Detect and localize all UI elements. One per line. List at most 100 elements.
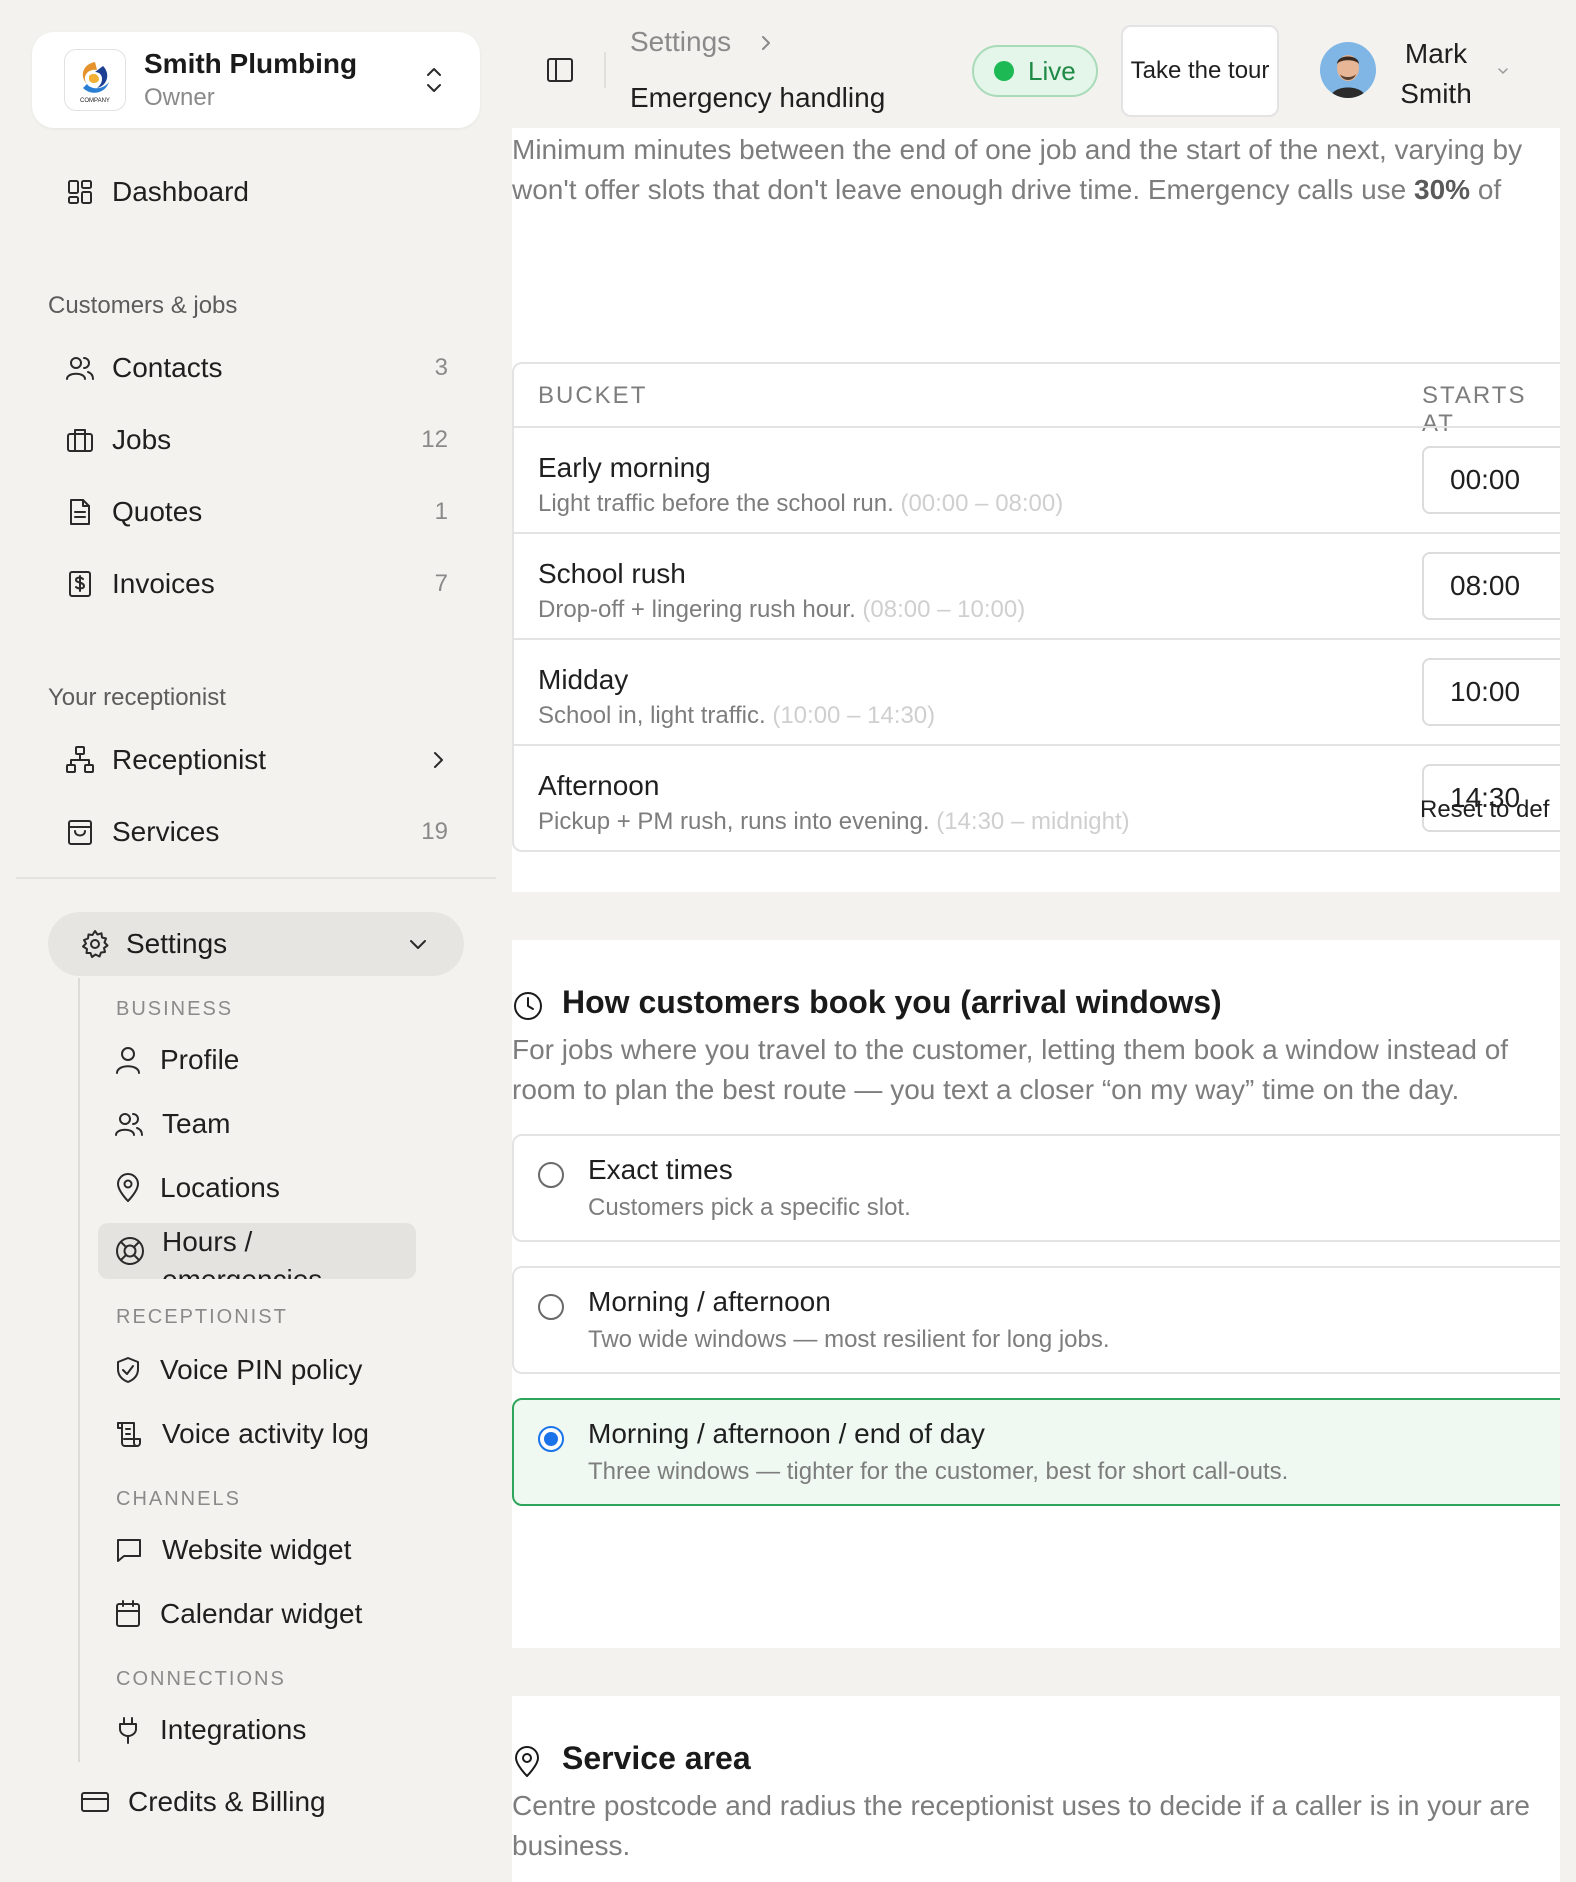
nav-jobs-label: Jobs xyxy=(112,424,172,455)
take-tour-button[interactable]: Take the tour xyxy=(1121,25,1279,117)
nav-jobs[interactable]: Jobs 12 xyxy=(64,416,454,464)
option-title: Morning / afternoon / end of day xyxy=(588,1418,985,1449)
group-customers-jobs: Customers & jobs xyxy=(48,292,238,319)
subnav-group-business: BUSINESS xyxy=(116,998,234,1020)
org-name: Smith Plumbing xyxy=(144,48,358,79)
plug-icon xyxy=(114,1715,142,1745)
subnav-profile[interactable]: Profile xyxy=(114,1036,414,1084)
subnav-hours-label: Hours / emergencies xyxy=(162,1226,322,1279)
clock-icon xyxy=(512,990,544,1022)
reset-to-defaults-button[interactable]: Reset to def xyxy=(1420,796,1549,824)
nav-invoices-count: 7 xyxy=(434,570,448,597)
service-area-title: Service area xyxy=(562,1740,751,1776)
bucket-desc: Light traffic before the school run. (00… xyxy=(538,490,1064,517)
map-pin-icon xyxy=(512,1746,542,1778)
bucket-start-time-input[interactable]: 08:00 xyxy=(1422,552,1560,620)
bucket-start-time-input[interactable]: 00:00 xyxy=(1422,446,1560,514)
breadcrumb-settings[interactable]: Settings xyxy=(630,26,731,58)
nav-quotes[interactable]: Quotes 1 xyxy=(64,488,454,536)
row-divider xyxy=(514,426,1560,428)
nav-quotes-count: 1 xyxy=(434,498,448,525)
travel-desc-line2: won't offer slots that don't leave enoug… xyxy=(512,174,1502,205)
dashboard-icon xyxy=(64,176,96,208)
service-area-desc-line1: Centre postcode and radius the reception… xyxy=(512,1790,1530,1821)
row-divider xyxy=(514,532,1560,534)
subnav-integrations-label: Integrations xyxy=(160,1714,307,1745)
nav-invoices[interactable]: Invoices 7 xyxy=(64,560,454,608)
bucket-desc: Drop-off + lingering rush hour. (08:00 –… xyxy=(538,596,1026,623)
live-dot-icon xyxy=(994,61,1014,81)
sidebar-divider xyxy=(16,877,496,879)
arrival-section-title: How customers book you (arrival windows) xyxy=(562,984,1222,1020)
travel-desc-line1: Minimum minutes between the end of one j… xyxy=(512,134,1523,165)
bucket-name: School rush xyxy=(538,558,686,589)
option-title: Exact times xyxy=(588,1154,733,1185)
col-header-bucket: BUCKET xyxy=(538,382,648,409)
life-buoy-icon xyxy=(114,1235,146,1267)
subnav-voice-log[interactable]: Voice activity log xyxy=(114,1410,414,1458)
nav-invoices-label: Invoices xyxy=(112,568,215,599)
subnav-voice-pin-label: Voice PIN policy xyxy=(160,1354,363,1385)
nav-contacts[interactable]: Contacts 3 xyxy=(64,344,454,392)
invoice-dollar-icon xyxy=(64,568,96,600)
bucket-name: Early morning xyxy=(538,452,711,483)
credit-card-icon xyxy=(80,1789,110,1815)
subnav-group-connections: CONNECTIONS xyxy=(116,1668,286,1690)
live-status-badge: Live xyxy=(972,45,1098,97)
col-header-starts-at: STARTS AT xyxy=(1422,382,1527,437)
breadcrumb-chevron-icon xyxy=(758,32,774,54)
bucket-name: Midday xyxy=(538,664,629,695)
subnav-voice-log-label: Voice activity log xyxy=(162,1418,369,1449)
arrival-option-morning-afternoon-eod[interactable]: Morning / afternoon / end of day Three w… xyxy=(512,1398,1560,1506)
option-desc: Customers pick a specific slot. xyxy=(588,1194,911,1221)
arrival-desc-line2: room to plan the best route — you text a… xyxy=(512,1074,1460,1105)
org-logo: COMPANY xyxy=(64,49,126,111)
live-label: Live xyxy=(1028,55,1076,86)
nav-contacts-label: Contacts xyxy=(112,352,223,383)
subnav-voice-pin[interactable]: Voice PIN policy xyxy=(114,1346,414,1394)
subnav-hours-emergencies[interactable]: Hours / emergencies xyxy=(98,1223,416,1279)
bucket-desc: Pickup + PM rush, runs into evening. (14… xyxy=(538,808,1130,835)
user-name[interactable]: Mark Smith xyxy=(1392,34,1480,114)
radio-button[interactable] xyxy=(538,1294,564,1320)
subnav-calendar-widget[interactable]: Calendar widget xyxy=(114,1590,414,1638)
nav-settings[interactable]: Settings xyxy=(48,912,464,976)
chevron-right-icon xyxy=(428,748,448,772)
nav-dashboard-label: Dashboard xyxy=(112,176,249,207)
service-area-content: Service area Centre postcode and radius … xyxy=(512,1696,1560,1882)
subnav-integrations[interactable]: Integrations xyxy=(114,1706,414,1754)
nav-services-count: 19 xyxy=(421,818,448,845)
subnav-locations[interactable]: Locations xyxy=(114,1164,414,1212)
svg-text:COMPANY: COMPANY xyxy=(80,98,110,104)
arrival-windows-content: How customers book you (arrival windows)… xyxy=(512,940,1560,1648)
hierarchy-icon xyxy=(64,744,96,776)
subnav-calendar-widget-label: Calendar widget xyxy=(160,1598,363,1629)
org-switcher[interactable]: COMPANY Smith Plumbing Owner xyxy=(32,32,480,128)
document-icon xyxy=(64,496,96,528)
chevron-down-icon[interactable] xyxy=(1496,64,1510,78)
nav-credits-billing-label: Credits & Billing xyxy=(128,1786,326,1817)
service-area-desc-line2: business. xyxy=(512,1830,631,1861)
nav-services[interactable]: Services 19 xyxy=(64,808,454,856)
arrival-option-morning-afternoon[interactable]: Morning / afternoon Two wide windows — m… xyxy=(512,1266,1560,1374)
nav-receptionist[interactable]: Receptionist xyxy=(64,736,454,784)
bucket-desc: School in, light traffic. (10:00 – 14:30… xyxy=(538,702,936,729)
radio-button-selected[interactable] xyxy=(538,1426,564,1452)
row-divider xyxy=(514,638,1560,640)
sidebar-toggle-button[interactable] xyxy=(544,54,576,86)
bucket-start-time-input[interactable]: 10:00 xyxy=(1422,658,1560,726)
radio-button[interactable] xyxy=(538,1162,564,1188)
nav-contacts-count: 3 xyxy=(434,354,448,381)
subnav-website-widget[interactable]: Website widget xyxy=(114,1526,414,1574)
subnav-team[interactable]: Team xyxy=(114,1100,414,1148)
shopping-bag-icon xyxy=(64,816,96,848)
user-icon xyxy=(114,1045,142,1075)
avatar[interactable] xyxy=(1320,42,1376,98)
nav-dashboard[interactable]: Dashboard xyxy=(64,168,454,216)
header-separator xyxy=(604,52,606,88)
chevron-up-down-icon[interactable] xyxy=(422,62,446,98)
arrival-option-exact-times[interactable]: Exact times Customers pick a specific sl… xyxy=(512,1134,1560,1242)
sidebar-panel-icon xyxy=(544,54,576,86)
nav-credits-billing[interactable]: Credits & Billing xyxy=(80,1778,380,1826)
group-your-receptionist: Your receptionist xyxy=(48,684,226,711)
